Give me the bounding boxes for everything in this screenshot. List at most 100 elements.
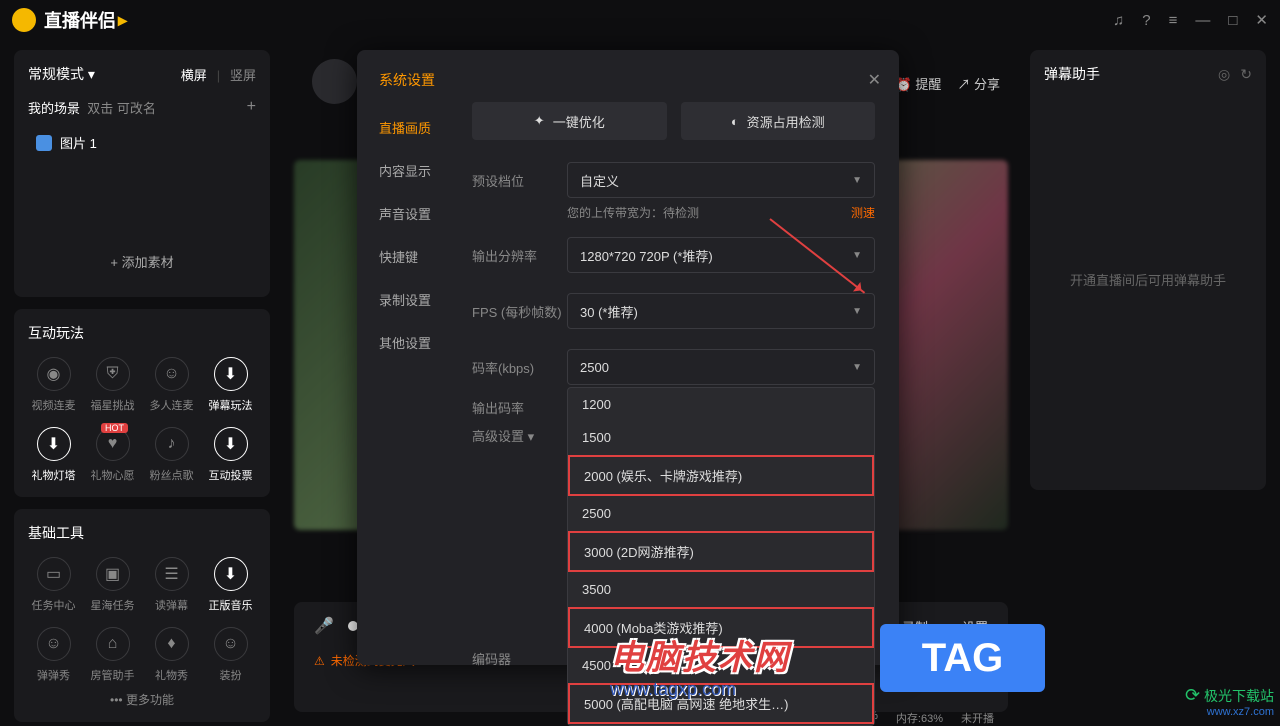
menu-icon[interactable]: ≡ — [1169, 12, 1178, 29]
tool-弹弹秀[interactable]: ☺弹弹秀 — [28, 627, 79, 683]
caret-icon: ▼ — [852, 175, 862, 186]
bitrate-label: 码率(kbps) — [472, 358, 567, 377]
tool-icon: ⬇ — [214, 357, 248, 391]
remind-button[interactable]: ⏰ 提醒 — [896, 74, 942, 93]
resource-check-button[interactable]: ◐资源占用检测 — [681, 102, 876, 140]
tool-label: 礼物心愿 — [91, 467, 135, 483]
tool-星海任务[interactable]: ▣ 星海任务 — [87, 557, 138, 613]
tool-icon: ▣ — [96, 557, 130, 591]
modal-tab-4[interactable]: 录制设置 — [357, 278, 472, 321]
scene-item-label: 图片 1 — [60, 133, 97, 152]
mic-icon[interactable]: 🎤 — [314, 616, 334, 636]
tool-视频连麦[interactable]: ◉ 视频连麦 — [28, 357, 79, 413]
mode-title[interactable]: 常规模式 ▾ — [28, 64, 95, 84]
maximize-icon[interactable]: □ — [1228, 12, 1237, 29]
bitrate-option[interactable]: 1500 — [568, 421, 874, 454]
modal-tab-0[interactable]: 直播画质 — [357, 106, 472, 149]
basic-title: 基础工具 — [28, 523, 256, 543]
help-icon[interactable]: ? — [1142, 12, 1150, 29]
tool-icon: ◉ — [37, 357, 71, 391]
tool-正版音乐[interactable]: ⬇正版音乐 — [205, 557, 256, 613]
tool-礼物秀[interactable]: ♦礼物秀 — [146, 627, 197, 683]
tool-label: 房管助手 — [91, 667, 135, 683]
tool-icon: ⌂ — [96, 627, 130, 661]
advanced-label[interactable]: 高级设置 ▾ — [472, 426, 567, 445]
preset-label: 预设档位 — [472, 171, 567, 190]
tool-label: 福星挑战 — [91, 397, 135, 413]
resolution-select[interactable]: 1280*720 720P (*推荐)▼ — [567, 237, 875, 273]
tool-label: 任务中心 — [32, 597, 76, 613]
target-icon[interactable]: ◎ — [1218, 66, 1230, 83]
tool-label: 互动投票 — [209, 467, 253, 483]
bitrate-option[interactable]: 2500 — [568, 497, 874, 530]
tool-福星挑战[interactable]: ⛨福星挑战 — [87, 357, 138, 413]
bitrate-dropdown: 120015002000 (娱乐、卡牌游戏推荐)25003000 (2D网游推荐… — [567, 387, 875, 726]
caret-icon: ▼ — [852, 250, 862, 261]
tool-礼物心愿[interactable]: ♥礼物心愿HOT — [87, 427, 138, 483]
headset-icon[interactable]: ♫ — [1113, 12, 1124, 29]
tool-读弹幕[interactable]: ☰读弹幕 — [146, 557, 197, 613]
settings-modal: 系统设置 ✕ 直播画质内容显示声音设置快捷键录制设置其他设置 ✦一键优化 ◐资源… — [357, 50, 899, 665]
tool-icon: ♦ — [155, 627, 189, 661]
tab-landscape[interactable]: 横屏 — [181, 68, 207, 83]
modal-tab-2[interactable]: 声音设置 — [357, 192, 472, 235]
avatar[interactable] — [312, 59, 357, 104]
refresh-icon[interactable]: ↻ — [1240, 66, 1252, 83]
bitrate-option[interactable]: 4000 (Moba类游戏推荐) — [568, 607, 874, 648]
tool-label: 弹弹秀 — [37, 667, 70, 683]
tool-弹幕玩法[interactable]: ⬇弹幕玩法 — [205, 357, 256, 413]
fps-label: FPS (每秒帧数) — [472, 302, 567, 321]
optimize-button[interactable]: ✦一键优化 — [472, 102, 667, 140]
caret-icon: ▼ — [852, 362, 862, 373]
danmu-title: 弹幕助手 — [1044, 64, 1100, 84]
bitrate-option[interactable]: 3000 (2D网游推荐) — [568, 531, 874, 572]
share-button[interactable]: ↗ 分享 — [957, 74, 1000, 93]
tool-多人连麦[interactable]: ☺ 多人连麦 — [146, 357, 197, 413]
orientation-tabs: 横屏 | 竖屏 — [175, 65, 256, 84]
tool-房管助手[interactable]: ⌂ 房管助手 — [87, 627, 138, 683]
my-scene-label: 我的场景 双击 可改名 — [28, 98, 156, 117]
bitrate-option[interactable]: 3500 — [568, 573, 874, 606]
tool-礼物灯塔[interactable]: ⬇礼物灯塔 — [28, 427, 79, 483]
minimize-icon[interactable]: — — [1195, 12, 1210, 29]
tool-label: 多人连麦 — [150, 397, 194, 413]
tab-portrait[interactable]: 竖屏 — [230, 68, 256, 83]
logo-icon — [12, 8, 36, 32]
tool-label: 读弹幕 — [155, 597, 188, 613]
hot-badge: HOT — [101, 423, 128, 433]
add-material-button[interactable]: + 添加素材 — [28, 240, 256, 283]
tool-icon: ☺ — [155, 357, 189, 391]
speed-test-link[interactable]: 测速 — [851, 204, 875, 221]
close-icon[interactable]: ✕ — [1255, 11, 1268, 29]
scene-panel: 常规模式 ▾ 横屏 | 竖屏 我的场景 双击 可改名 + 图片 1 + 添加素材 — [14, 50, 270, 297]
tool-任务中心[interactable]: ▭任务中心 — [28, 557, 79, 613]
modal-tab-3[interactable]: 快捷键 — [357, 235, 472, 278]
add-scene-button[interactable]: + — [247, 98, 256, 117]
preset-select[interactable]: 自定义▼ — [567, 162, 875, 198]
image-icon — [36, 135, 52, 151]
bitrate-select[interactable]: 2500▼ — [567, 349, 875, 385]
app-logo: 直播伴侣 ▸ — [12, 7, 127, 33]
bitrate-option[interactable]: 1200 — [568, 388, 874, 421]
tool-label: 粉丝点歌 — [150, 467, 194, 483]
modal-tab-5[interactable]: 其他设置 — [357, 321, 472, 364]
danmu-panel: 弹幕助手 ◎ ↻ 开通直播间后可用弹幕助手 — [1030, 50, 1266, 490]
bitrate-option[interactable]: 4500 — [568, 649, 874, 682]
more-functions[interactable]: ••• 更多功能 — [28, 683, 256, 708]
bitrate-option[interactable]: 5000 (高配电脑 高网速 绝地求生…) — [568, 683, 874, 724]
resolution-label: 输出分辨率 — [472, 246, 567, 265]
tool-装扮[interactable]: ☺装扮 — [205, 627, 256, 683]
fps-select[interactable]: 30 (*推荐)▼ — [567, 293, 875, 329]
tool-label: 星海任务 — [91, 597, 135, 613]
bitrate-option[interactable]: 2000 (娱乐、卡牌游戏推荐) — [568, 455, 874, 496]
tool-icon: ⬇ — [214, 557, 248, 591]
tool-粉丝点歌[interactable]: ♪粉丝点歌 — [146, 427, 197, 483]
danmu-hint: 开通直播间后可用弹幕助手 — [1030, 270, 1266, 289]
tool-互动投票[interactable]: ⬇互动投票 — [205, 427, 256, 483]
tool-label: 视频连麦 — [32, 397, 76, 413]
magic-icon: ✦ — [534, 113, 545, 129]
interact-title: 互动玩法 — [28, 323, 256, 343]
warning-icon: ⚠ — [314, 654, 325, 668]
scene-item[interactable]: 图片 1 — [28, 125, 256, 160]
modal-tab-1[interactable]: 内容显示 — [357, 149, 472, 192]
